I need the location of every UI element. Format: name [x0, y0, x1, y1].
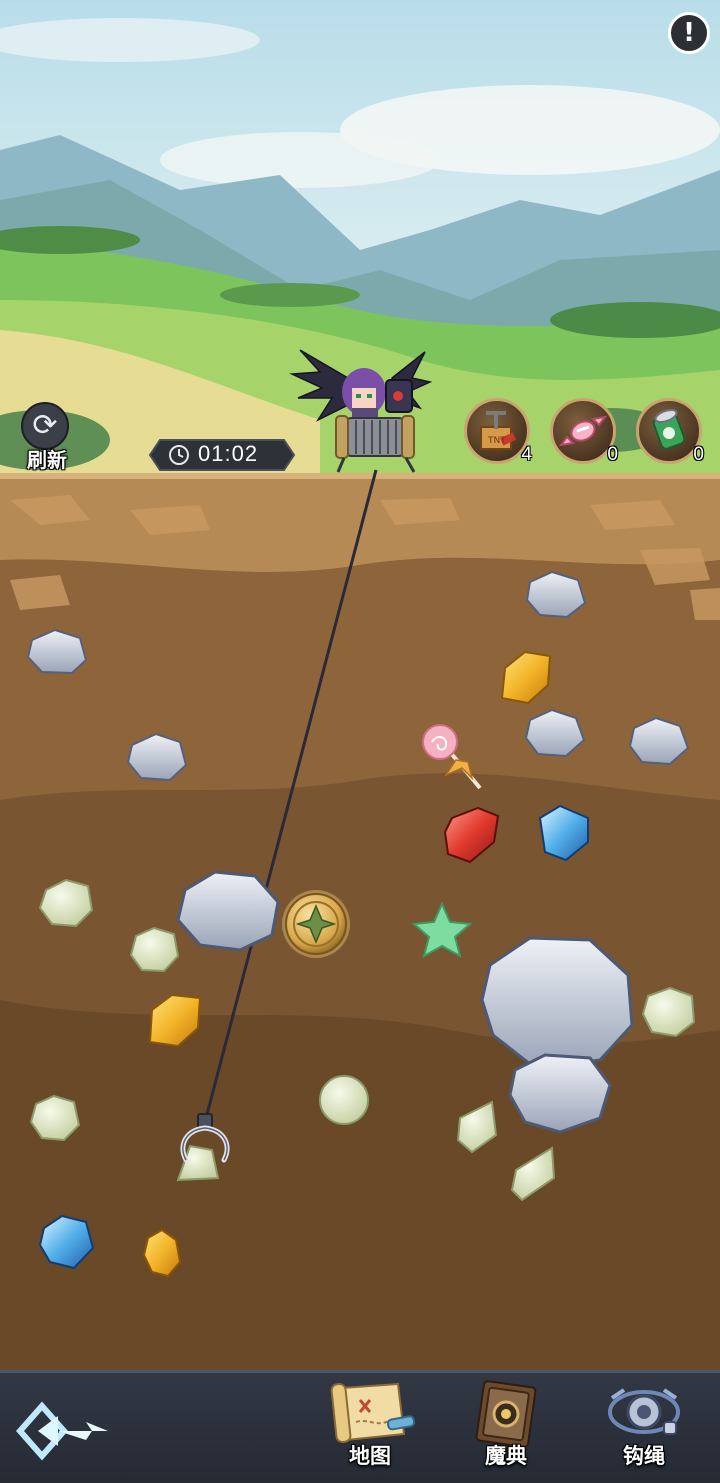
refresh-button[interactable]: ⟳ 刷新: [18, 400, 76, 472]
cloud: [160, 132, 440, 188]
alert-symbol: !: [683, 18, 695, 48]
ground-edge: [0, 473, 720, 479]
hook-rope-label: 钩绳: [623, 1444, 665, 1468]
map-label: 地图: [349, 1444, 391, 1468]
item-dynamite[interactable]: TNT 4: [464, 398, 532, 465]
dirt-middle-layer: [0, 557, 720, 800]
back-arrow-icon: [16, 1401, 108, 1461]
clock-icon: [169, 445, 189, 465]
spellbook-icon: [475, 1380, 537, 1448]
item-potion[interactable]: 0: [636, 398, 704, 465]
pale-stone: [641, 986, 696, 1038]
pearl: [319, 1075, 369, 1125]
candy-count: 0: [607, 444, 618, 465]
back-button[interactable]: [14, 1398, 114, 1464]
rock: [525, 570, 587, 619]
map-scroll-icon: [330, 1382, 416, 1443]
codex-label: 魔典: [485, 1444, 527, 1468]
map-button[interactable]: 地图: [320, 1378, 420, 1478]
exclamation-icon: !: [668, 12, 710, 54]
pale-stone: [129, 926, 180, 973]
tree-line: [220, 283, 360, 307]
medium-rock: [176, 870, 280, 952]
refresh-icon: ⟳: [21, 402, 69, 450]
winch-icon: [608, 1388, 680, 1435]
potion-count: 0: [693, 444, 704, 465]
item-candy[interactable]: 0: [550, 398, 618, 465]
round-timer: 01:02: [148, 438, 296, 472]
notice-button[interactable]: !: [668, 12, 710, 54]
refresh-label: 刷新: [27, 448, 67, 472]
rune-coin: [282, 890, 350, 958]
hook-rope-button[interactable]: 钩绳: [594, 1378, 694, 1478]
pale-stone: [29, 1094, 81, 1142]
codex-button[interactable]: 魔典: [456, 1378, 556, 1478]
timer-value: 01:02: [198, 441, 259, 466]
game-scene: [0, 0, 720, 1373]
dynamite-count: 4: [521, 444, 532, 465]
medium-rock: [508, 1053, 612, 1134]
dirt-deep-layer: [0, 1000, 720, 1372]
svg-text:TNT: TNT: [487, 436, 506, 446]
